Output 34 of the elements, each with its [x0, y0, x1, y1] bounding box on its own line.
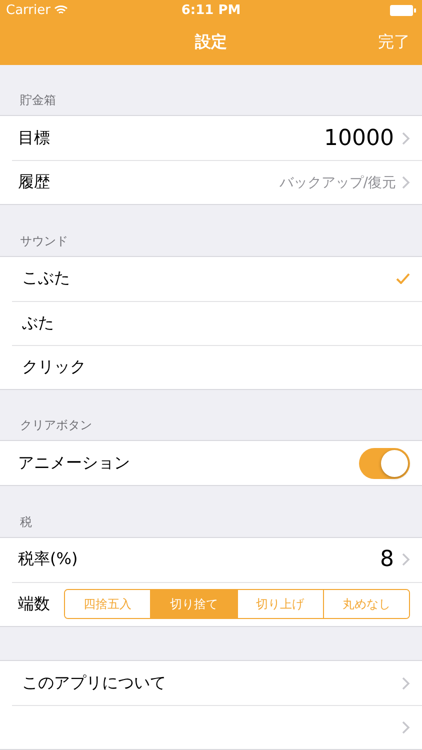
- sound-option[interactable]: こぶた: [12, 256, 422, 301]
- sound-option[interactable]: ぶた: [12, 300, 422, 345]
- setting-row[interactable]: 税率(%) 8: [12, 538, 422, 582]
- section-header: サウンド: [20, 232, 68, 250]
- status-time: 6:11 PM: [181, 2, 241, 18]
- toggle-switch[interactable]: [359, 448, 410, 479]
- chevron-icon: [402, 553, 410, 566]
- row-label: 目標: [18, 128, 50, 149]
- chevron-icon: [402, 676, 410, 690]
- row-label: 端数: [18, 594, 50, 615]
- chevron-icon: [402, 176, 410, 190]
- chevron-icon: [402, 132, 410, 145]
- row-label: 税率(%): [18, 549, 78, 570]
- row-value: 10000: [324, 126, 394, 151]
- setting-row[interactable]: このアプリについて: [12, 661, 422, 705]
- row-label: アニメーション: [18, 452, 130, 474]
- section-header: 税: [20, 514, 32, 531]
- carrier-label: Carrier: [6, 2, 50, 18]
- row-value: 8: [380, 547, 394, 572]
- setting-row[interactable]: 履歴 バックアップ/復元: [12, 160, 422, 204]
- section-header: 貯金箱: [20, 92, 56, 110]
- row-label: 履歴: [18, 172, 50, 194]
- row-label: ぶた: [22, 312, 54, 334]
- row-label: こぶた: [22, 268, 70, 290]
- chevron-icon: [402, 721, 410, 734]
- setting-row[interactable]: 目標 10000: [12, 116, 422, 160]
- sound-option[interactable]: クリック: [12, 344, 422, 389]
- nav-title: 設定: [195, 32, 227, 53]
- section-header: クリアボタン: [20, 417, 92, 434]
- battery-icon: [390, 4, 416, 16]
- row-label: このアプリについて: [22, 672, 166, 694]
- wifi-icon: [54, 5, 68, 15]
- row-detail: バックアップ/復元: [279, 174, 396, 192]
- row-label: クリック: [22, 356, 86, 378]
